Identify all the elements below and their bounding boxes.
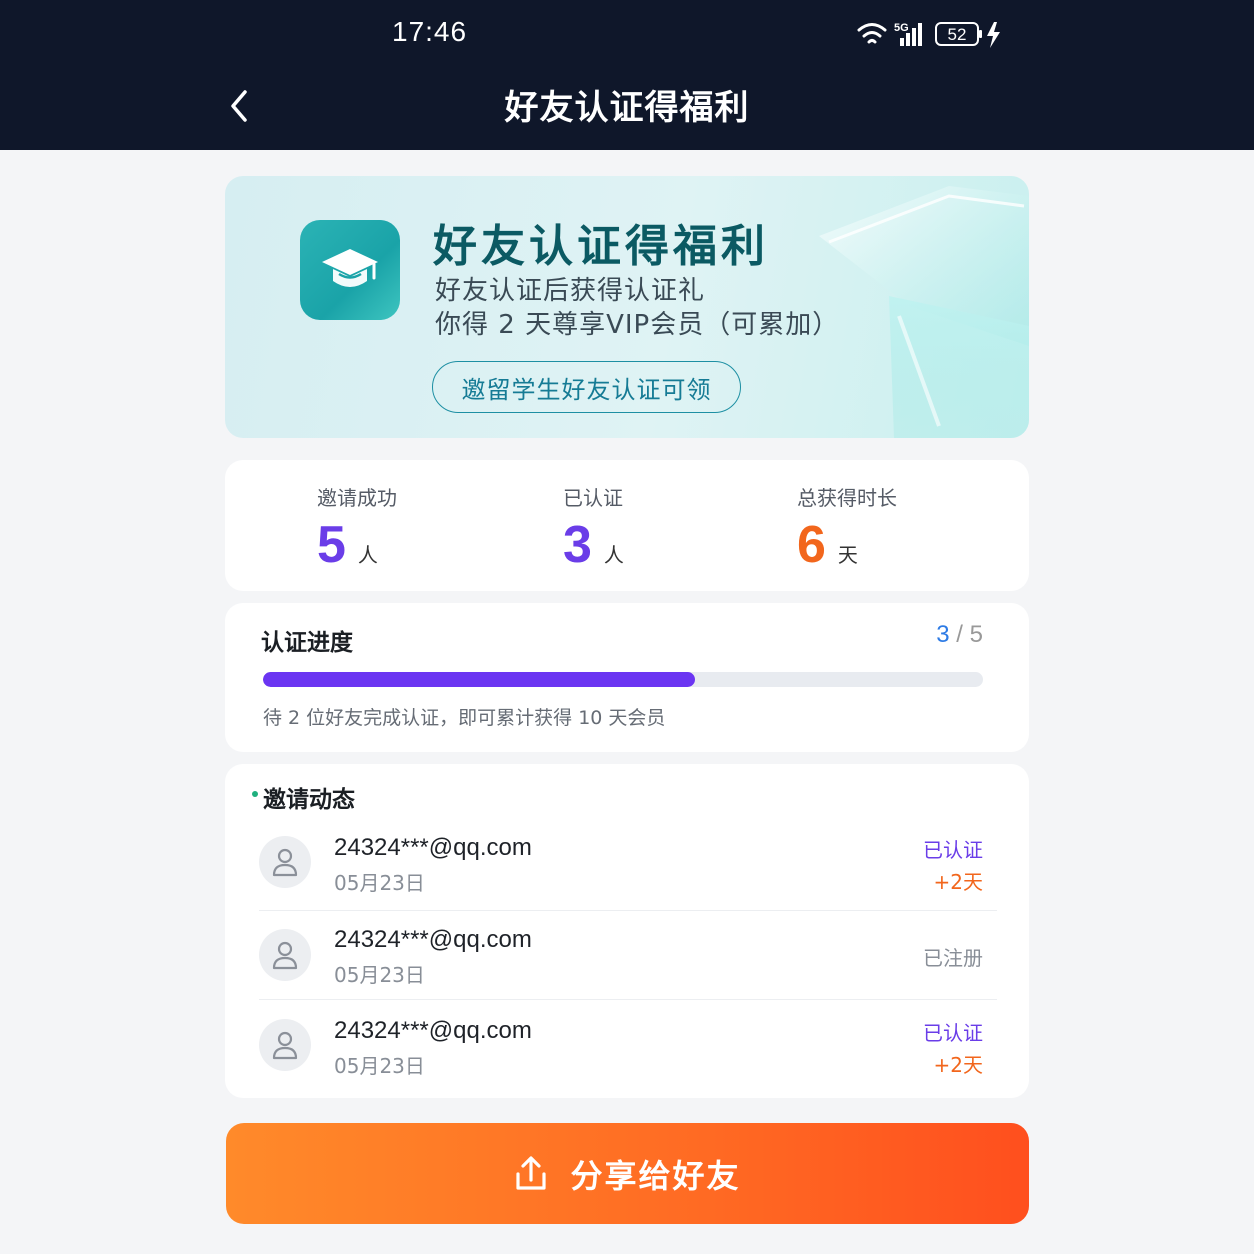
progress-bar-fill [263,672,695,687]
list-item[interactable]: 24324***@qq.com 05月23日 已认证 +2天 [259,1017,997,1087]
progress-separator: / [949,621,970,648]
divider [259,910,997,911]
invite-cta-button[interactable]: 邀留学生好友认证可领 [432,361,741,413]
share-upload-icon [514,1155,548,1192]
progress-count: 3 / 5 [936,621,983,649]
invite-date: 05月23日 [334,963,425,987]
invite-activity-card: 邀请动态 24324***@qq.com 05月23日 已认证 +2天 2432… [225,764,1029,1098]
stat-label: 邀请成功 [317,486,397,510]
invite-date: 05月23日 [334,871,425,895]
hero-line-2: 你得 2 天尊享VIP会员（可累加） [435,310,840,340]
wifi-icon [857,23,887,44]
stat-label: 总获得时长 [797,486,897,510]
user-icon [272,941,298,970]
list-item[interactable]: 24324***@qq.com 05月23日 已认证 +2天 [259,834,997,904]
top-bar: 17:46 5G 52 好友认证得福利 [0,0,1254,150]
activity-title: 邀请动态 [263,787,355,813]
hero-title: 好友认证得福利 [433,221,769,272]
divider [259,999,997,1000]
battery-icon: 52 [935,22,982,46]
stats-card: 邀请成功 5人 已认证 3人 总获得时长 6天 [225,460,1029,591]
stat-value: 3 [563,516,592,574]
bonus-badge: +2天 [933,1053,983,1077]
status-badge: 已认证 [923,1021,983,1045]
graduation-cap-icon [300,220,400,320]
stat-unit: 人 [603,543,624,567]
stat-total-duration: 总获得时长 6天 [797,482,897,575]
bonus-badge: +2天 [933,870,983,894]
stat-verified: 已认证 3人 [563,482,624,575]
progress-card: 认证进度 3 / 5 待 2 位好友完成认证，即可累计获得 10 天会员 [225,603,1029,752]
invitee-email: 24324***@qq.com [334,834,532,861]
status-badge: 已认证 [923,838,983,862]
status-time: 17:46 [392,16,468,47]
page-title: 好友认证得福利 [504,88,750,128]
avatar [259,929,311,981]
stat-unit: 天 [837,543,858,567]
hero-banner: 好友认证得福利 好友认证后获得认证礼 你得 2 天尊享VIP会员（可累加） 邀留… [225,176,1029,438]
progress-note: 待 2 位好友完成认证，即可累计获得 10 天会员 [263,707,666,729]
hero-line-1: 好友认证后获得认证礼 [435,276,706,306]
progress-total: 5 [969,621,983,648]
progress-bar [263,672,983,687]
network-label: 5G [894,22,909,34]
stat-invited: 邀请成功 5人 [317,482,397,575]
wifi-signal-battery-icon: 5G 52 [857,22,1000,48]
progress-current: 3 [936,621,950,648]
share-label: 分享给好友 [570,1156,741,1195]
stat-value: 5 [317,516,346,574]
section-dot [252,791,258,797]
invite-date: 05月23日 [334,1054,425,1078]
user-icon [272,1031,298,1060]
stat-unit: 人 [357,543,378,567]
stat-label: 已认证 [563,486,623,510]
invitee-email: 24324***@qq.com [334,926,532,953]
share-to-friends-button[interactable]: 分享给好友 [226,1123,1029,1224]
list-item[interactable]: 24324***@qq.com 05月23日 已注册 [259,926,997,996]
charging-icon [987,22,1000,48]
avatar [259,1019,311,1071]
hero-description: 好友认证后获得认证礼 你得 2 天尊享VIP会员（可累加） [435,274,839,342]
status-icons: 5G 52 [856,18,1006,52]
battery-level: 52 [948,25,967,44]
status-badge: 已注册 [923,946,983,970]
invitee-email: 24324***@qq.com [334,1017,532,1044]
user-icon [272,848,298,877]
avatar [259,836,311,888]
stat-value: 6 [797,516,826,574]
progress-title: 认证进度 [261,630,353,656]
